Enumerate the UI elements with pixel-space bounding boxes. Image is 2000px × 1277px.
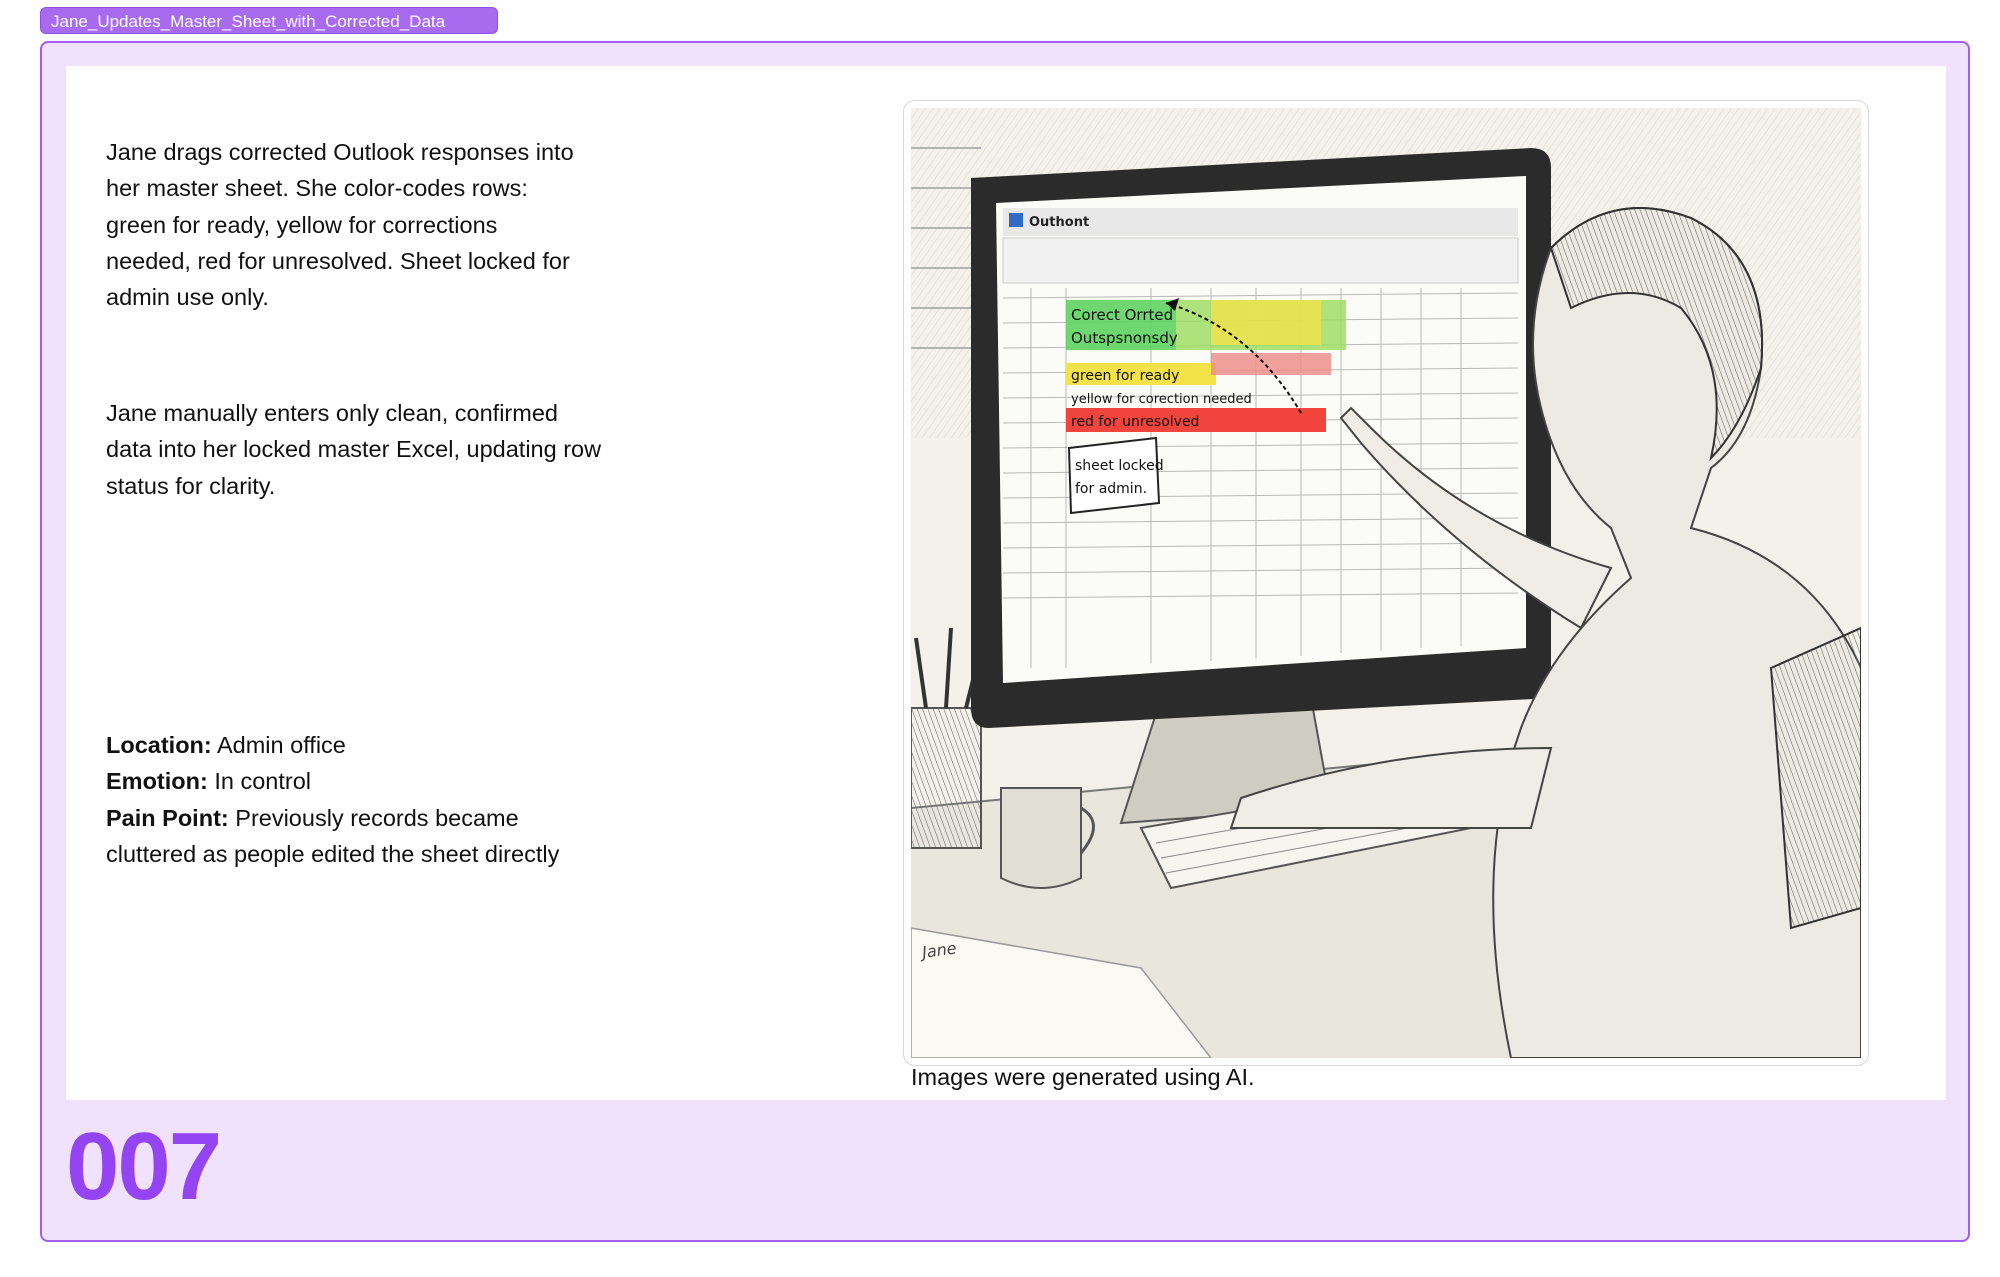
frame-number: 007 bbox=[66, 1113, 222, 1220]
frame-name-tag[interactable]: Jane_Updates_Master_Sheet_with_Corrected… bbox=[40, 7, 498, 34]
emotion-label: Emotion: bbox=[106, 768, 208, 795]
emotion-row: Emotion: In control bbox=[106, 763, 576, 799]
toolbar-icons bbox=[1002, 237, 1519, 284]
row1-text: Corect Orrted bbox=[1071, 306, 1173, 324]
pain-point-row: Pain Point: Previously records became cl… bbox=[106, 800, 576, 873]
description-paragraph: Jane drags corrected Outlook responses i… bbox=[106, 139, 574, 311]
red-label: red for unresolved bbox=[1071, 414, 1199, 430]
row2-text: Outspsnonsdy bbox=[1071, 329, 1178, 347]
location-value: Admin office bbox=[211, 732, 346, 758]
coffee-mug bbox=[1000, 787, 1082, 889]
pencil-sketch-illustration: Jane Outhont Corect Orrted Outspsnonsdy … bbox=[911, 108, 1861, 1058]
emotion-value: In control bbox=[207, 768, 312, 795]
app-title: Outhont bbox=[1029, 215, 1089, 230]
note-line-2: for admin. bbox=[1075, 481, 1147, 497]
yellow-label: yellow for corection needed bbox=[1071, 392, 1252, 407]
note-line-1: sheet locked bbox=[1075, 458, 1164, 474]
pen-cup bbox=[911, 707, 982, 849]
summary-paragraph: Jane manually enters only clean, confirm… bbox=[106, 400, 602, 499]
green-label: green for ready bbox=[1071, 368, 1179, 384]
context-details: Location: Admin office Emotion: In contr… bbox=[106, 727, 576, 872]
location-row: Location: Admin office bbox=[106, 727, 576, 763]
location-label: Location: bbox=[106, 732, 212, 758]
ai-disclaimer-caption: Images were generated using AI. bbox=[911, 1064, 1255, 1090]
pain-point-label: Pain Point: bbox=[106, 804, 229, 831]
outlook-icon bbox=[1009, 213, 1023, 227]
yellow-cells-top bbox=[1211, 300, 1321, 345]
locked-note bbox=[1067, 436, 1161, 515]
illustration-card: Jane Outhont Corect Orrted Outspsnonsdy … bbox=[903, 100, 1869, 1066]
